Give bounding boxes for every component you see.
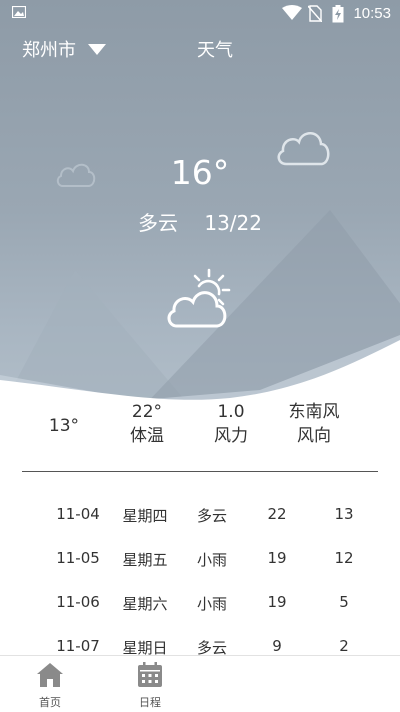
forecast-weekday: 星期四 bbox=[122, 507, 168, 525]
stat-label: 风力 bbox=[214, 426, 248, 446]
stat-value: 东南风 bbox=[288, 402, 340, 422]
forecast-row[interactable]: 11-04 星期四 多云 22 13 bbox=[0, 505, 400, 549]
stat-value: 1.0 bbox=[217, 402, 245, 422]
top-bar: 郑州市 天气 bbox=[0, 32, 400, 66]
partly-cloudy-icon bbox=[167, 268, 231, 328]
forecast-low: 12 bbox=[334, 549, 354, 567]
battery-charging-icon bbox=[332, 5, 344, 23]
nav-schedule-label: 日程 bbox=[139, 696, 161, 709]
forecast-high: 19 bbox=[267, 593, 287, 611]
forecast-weekday: 星期六 bbox=[122, 595, 168, 613]
stat-low-temp: 13° bbox=[19, 414, 109, 438]
no-sim-icon bbox=[308, 5, 322, 22]
forecast-date: 11-04 bbox=[56, 505, 100, 523]
forecast-high: 19 bbox=[267, 549, 287, 567]
temperature-range: 13/22 bbox=[204, 211, 262, 235]
current-condition-row: 多云 13/22 bbox=[0, 207, 400, 236]
forecast-low: 5 bbox=[339, 593, 349, 611]
status-bar: 10:53 bbox=[0, 0, 400, 28]
forecast-high: 22 bbox=[267, 505, 287, 523]
current-temperature: 16° bbox=[170, 153, 230, 192]
weather-stats: 13° 22° 体温 1.0 风力 东南风 风向 bbox=[0, 400, 400, 460]
status-time: 10:53 bbox=[353, 5, 391, 22]
forecast-row[interactable]: 11-06 星期六 小雨 19 5 bbox=[0, 593, 400, 637]
home-icon bbox=[37, 663, 63, 687]
image-icon bbox=[12, 6, 26, 18]
forecast-weekday: 星期五 bbox=[122, 551, 168, 569]
stat-value: 22° bbox=[131, 402, 163, 422]
forecast-low: 2 bbox=[339, 637, 349, 655]
stat-label: 体温 bbox=[130, 426, 164, 446]
forecast-condition: 小雨 bbox=[196, 551, 227, 569]
stat-wind-direction: 东南风 风向 bbox=[269, 400, 359, 448]
bottom-navigation: 首页 日程 bbox=[0, 655, 400, 712]
calendar-icon bbox=[138, 662, 162, 687]
nav-schedule[interactable]: 日程 bbox=[120, 662, 180, 710]
stat-value: 13° bbox=[48, 416, 80, 436]
stat-label: 风向 bbox=[297, 426, 331, 446]
forecast-date: 11-07 bbox=[56, 637, 100, 655]
forecast-date: 11-05 bbox=[56, 549, 100, 567]
forecast-low: 13 bbox=[334, 505, 354, 523]
page-title: 天气 bbox=[197, 40, 233, 61]
forecast-date: 11-06 bbox=[56, 593, 100, 611]
wifi-icon bbox=[282, 5, 302, 20]
forecast-row[interactable]: 11-05 星期五 小雨 19 12 bbox=[0, 549, 400, 593]
nav-home-label: 首页 bbox=[39, 696, 61, 709]
forecast-high: 9 bbox=[272, 637, 282, 655]
current-condition: 多云 bbox=[138, 211, 178, 235]
forecast-condition: 小雨 bbox=[196, 595, 227, 613]
divider bbox=[22, 471, 378, 472]
stat-wind-force: 1.0 风力 bbox=[186, 400, 276, 448]
stat-feels-like: 22° 体温 bbox=[102, 400, 192, 448]
forecast-condition: 多云 bbox=[196, 507, 227, 525]
nav-home[interactable]: 首页 bbox=[20, 662, 80, 710]
